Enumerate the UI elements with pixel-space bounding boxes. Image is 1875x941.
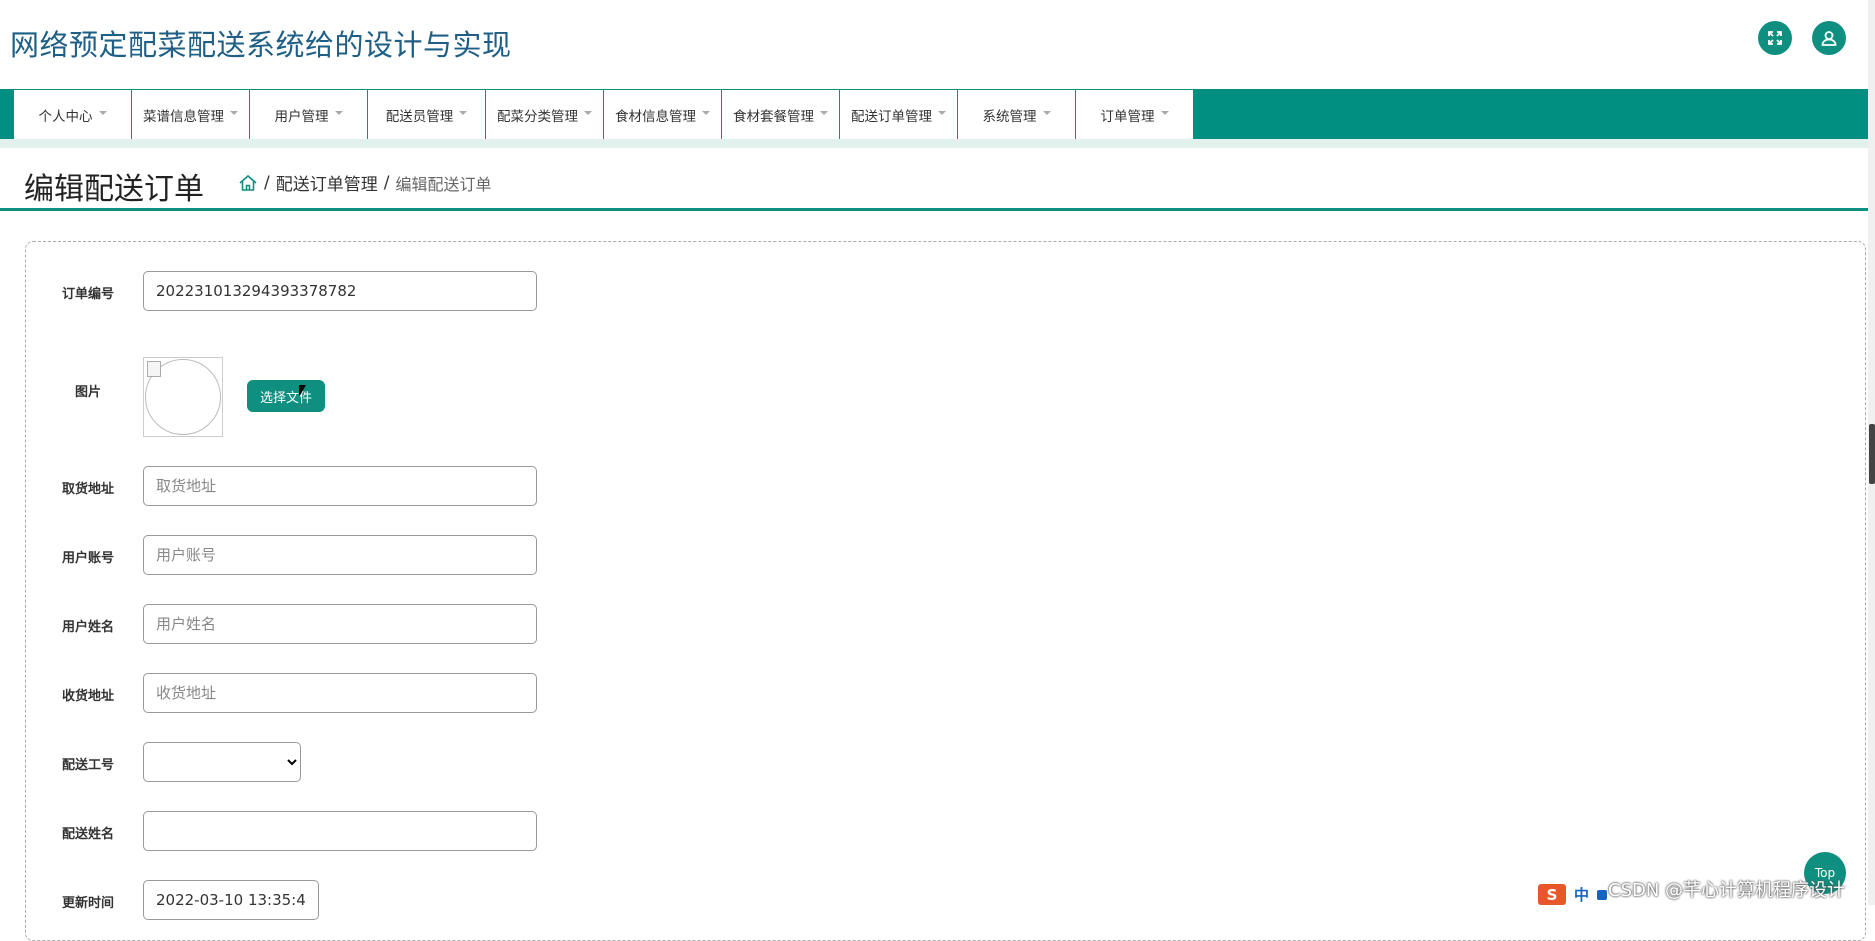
breadcrumb: / 配送订单管理 / 编辑配送订单 (238, 170, 491, 195)
nav-divider (0, 139, 1868, 148)
nav-item-personal-center[interactable]: 个人中心 (14, 90, 132, 139)
nav-item-label: 个人中心 (38, 108, 93, 125)
broken-image-icon (147, 361, 161, 377)
chevron-down-icon (702, 110, 710, 115)
delivery-address-label: 收货地址 (62, 689, 115, 704)
delivery-address-input[interactable] (143, 673, 537, 713)
image-preview (143, 357, 223, 437)
chevron-down-icon (98, 110, 107, 115)
nav-item-system[interactable]: 系统管理 (958, 90, 1076, 139)
nav-item-ingredient-packages[interactable]: 食材套餐管理 (722, 90, 840, 139)
updated-at-input[interactable] (143, 880, 319, 920)
chevron-down-icon (334, 110, 343, 115)
ime-mode[interactable]: 中 (1574, 884, 1589, 905)
nav-item-label: 系统管理 (982, 108, 1037, 125)
nav-item-label: 配送订单管理 (851, 108, 932, 125)
nav-item-couriers[interactable]: 配送员管理 (368, 90, 486, 139)
order-no-label: 订单编号 (62, 287, 115, 302)
chevron-down-icon (584, 110, 592, 115)
nav-item-label: 食材套餐管理 (733, 108, 814, 125)
chevron-down-icon (1160, 110, 1169, 115)
courier-name-label: 配送姓名 (62, 827, 115, 842)
order-no-input[interactable] (143, 271, 537, 311)
user-account-label: 用户账号 (62, 551, 115, 566)
updated-at-label: 更新时间 (62, 896, 115, 911)
nav-item-label: 订单管理 (1100, 108, 1155, 125)
user-account-input[interactable] (143, 535, 537, 575)
nav-item-label: 配送员管理 (385, 108, 454, 125)
nav-item-label: 食材信息管理 (615, 108, 696, 125)
top-bar: 网络预定配菜配送系统给的设计与实现 (0, 0, 1875, 86)
courier-no-select[interactable] (143, 742, 301, 782)
courier-name-input[interactable] (143, 811, 537, 851)
nav-menu: 个人中心 菜谱信息管理 用户管理 配送员管理 配菜分类管理 食材信息管理 食材套… (14, 90, 1194, 139)
header-divider (0, 208, 1868, 211)
choose-file-button[interactable]: 选择文件 (247, 380, 325, 412)
site-title: 网络预定配菜配送系统给的设计与实现 (10, 28, 512, 62)
main-nav: 个人中心 菜谱信息管理 用户管理 配送员管理 配菜分类管理 食材信息管理 食材套… (0, 89, 1868, 139)
chevron-down-icon (938, 110, 946, 115)
nav-item-recipe[interactable]: 菜谱信息管理 (132, 90, 250, 139)
ime-toolbar[interactable]: S 中 (1538, 884, 1608, 905)
nav-item-label: 用户管理 (274, 108, 329, 125)
pickup-address-input[interactable] (143, 466, 537, 506)
nav-item-users[interactable]: 用户管理 (250, 90, 368, 139)
chevron-down-icon (230, 110, 238, 115)
breadcrumb-parent[interactable]: 配送订单管理 (276, 170, 378, 195)
nav-item-delivery-orders[interactable]: 配送订单管理 (840, 90, 958, 139)
chevron-down-icon (1042, 110, 1051, 115)
watermark: CSDN @芊心计算机程序设计 (1608, 880, 1846, 901)
courier-no-label: 配送工号 (62, 758, 115, 773)
nav-item-orders[interactable]: 订单管理 (1076, 90, 1194, 139)
mouse-cursor-icon (299, 385, 306, 397)
pickup-address-label: 取货地址 (62, 482, 115, 497)
user-name-input[interactable] (143, 604, 537, 644)
ime-logo-icon[interactable]: S (1538, 884, 1566, 905)
nav-item-label: 配菜分类管理 (497, 108, 578, 125)
nav-item-dish-category[interactable]: 配菜分类管理 (486, 90, 604, 139)
breadcrumb-current: 编辑配送订单 (395, 174, 492, 194)
page-title: 编辑配送订单 (24, 172, 204, 207)
user-name-label: 用户姓名 (62, 620, 115, 635)
chevron-down-icon (820, 110, 828, 115)
nav-item-ingredients[interactable]: 食材信息管理 (604, 90, 722, 139)
breadcrumb-separator: / (264, 172, 270, 193)
fullscreen-icon[interactable] (1758, 21, 1792, 55)
home-icon[interactable] (238, 173, 258, 193)
scrollbar-thumb[interactable] (1869, 424, 1875, 484)
user-icon[interactable] (1812, 21, 1846, 55)
chevron-down-icon (459, 110, 468, 115)
nav-item-label: 菜谱信息管理 (143, 108, 224, 125)
breadcrumb-separator: / (383, 172, 390, 193)
image-label: 图片 (75, 385, 102, 400)
ime-settings-icon[interactable] (1597, 889, 1608, 900)
